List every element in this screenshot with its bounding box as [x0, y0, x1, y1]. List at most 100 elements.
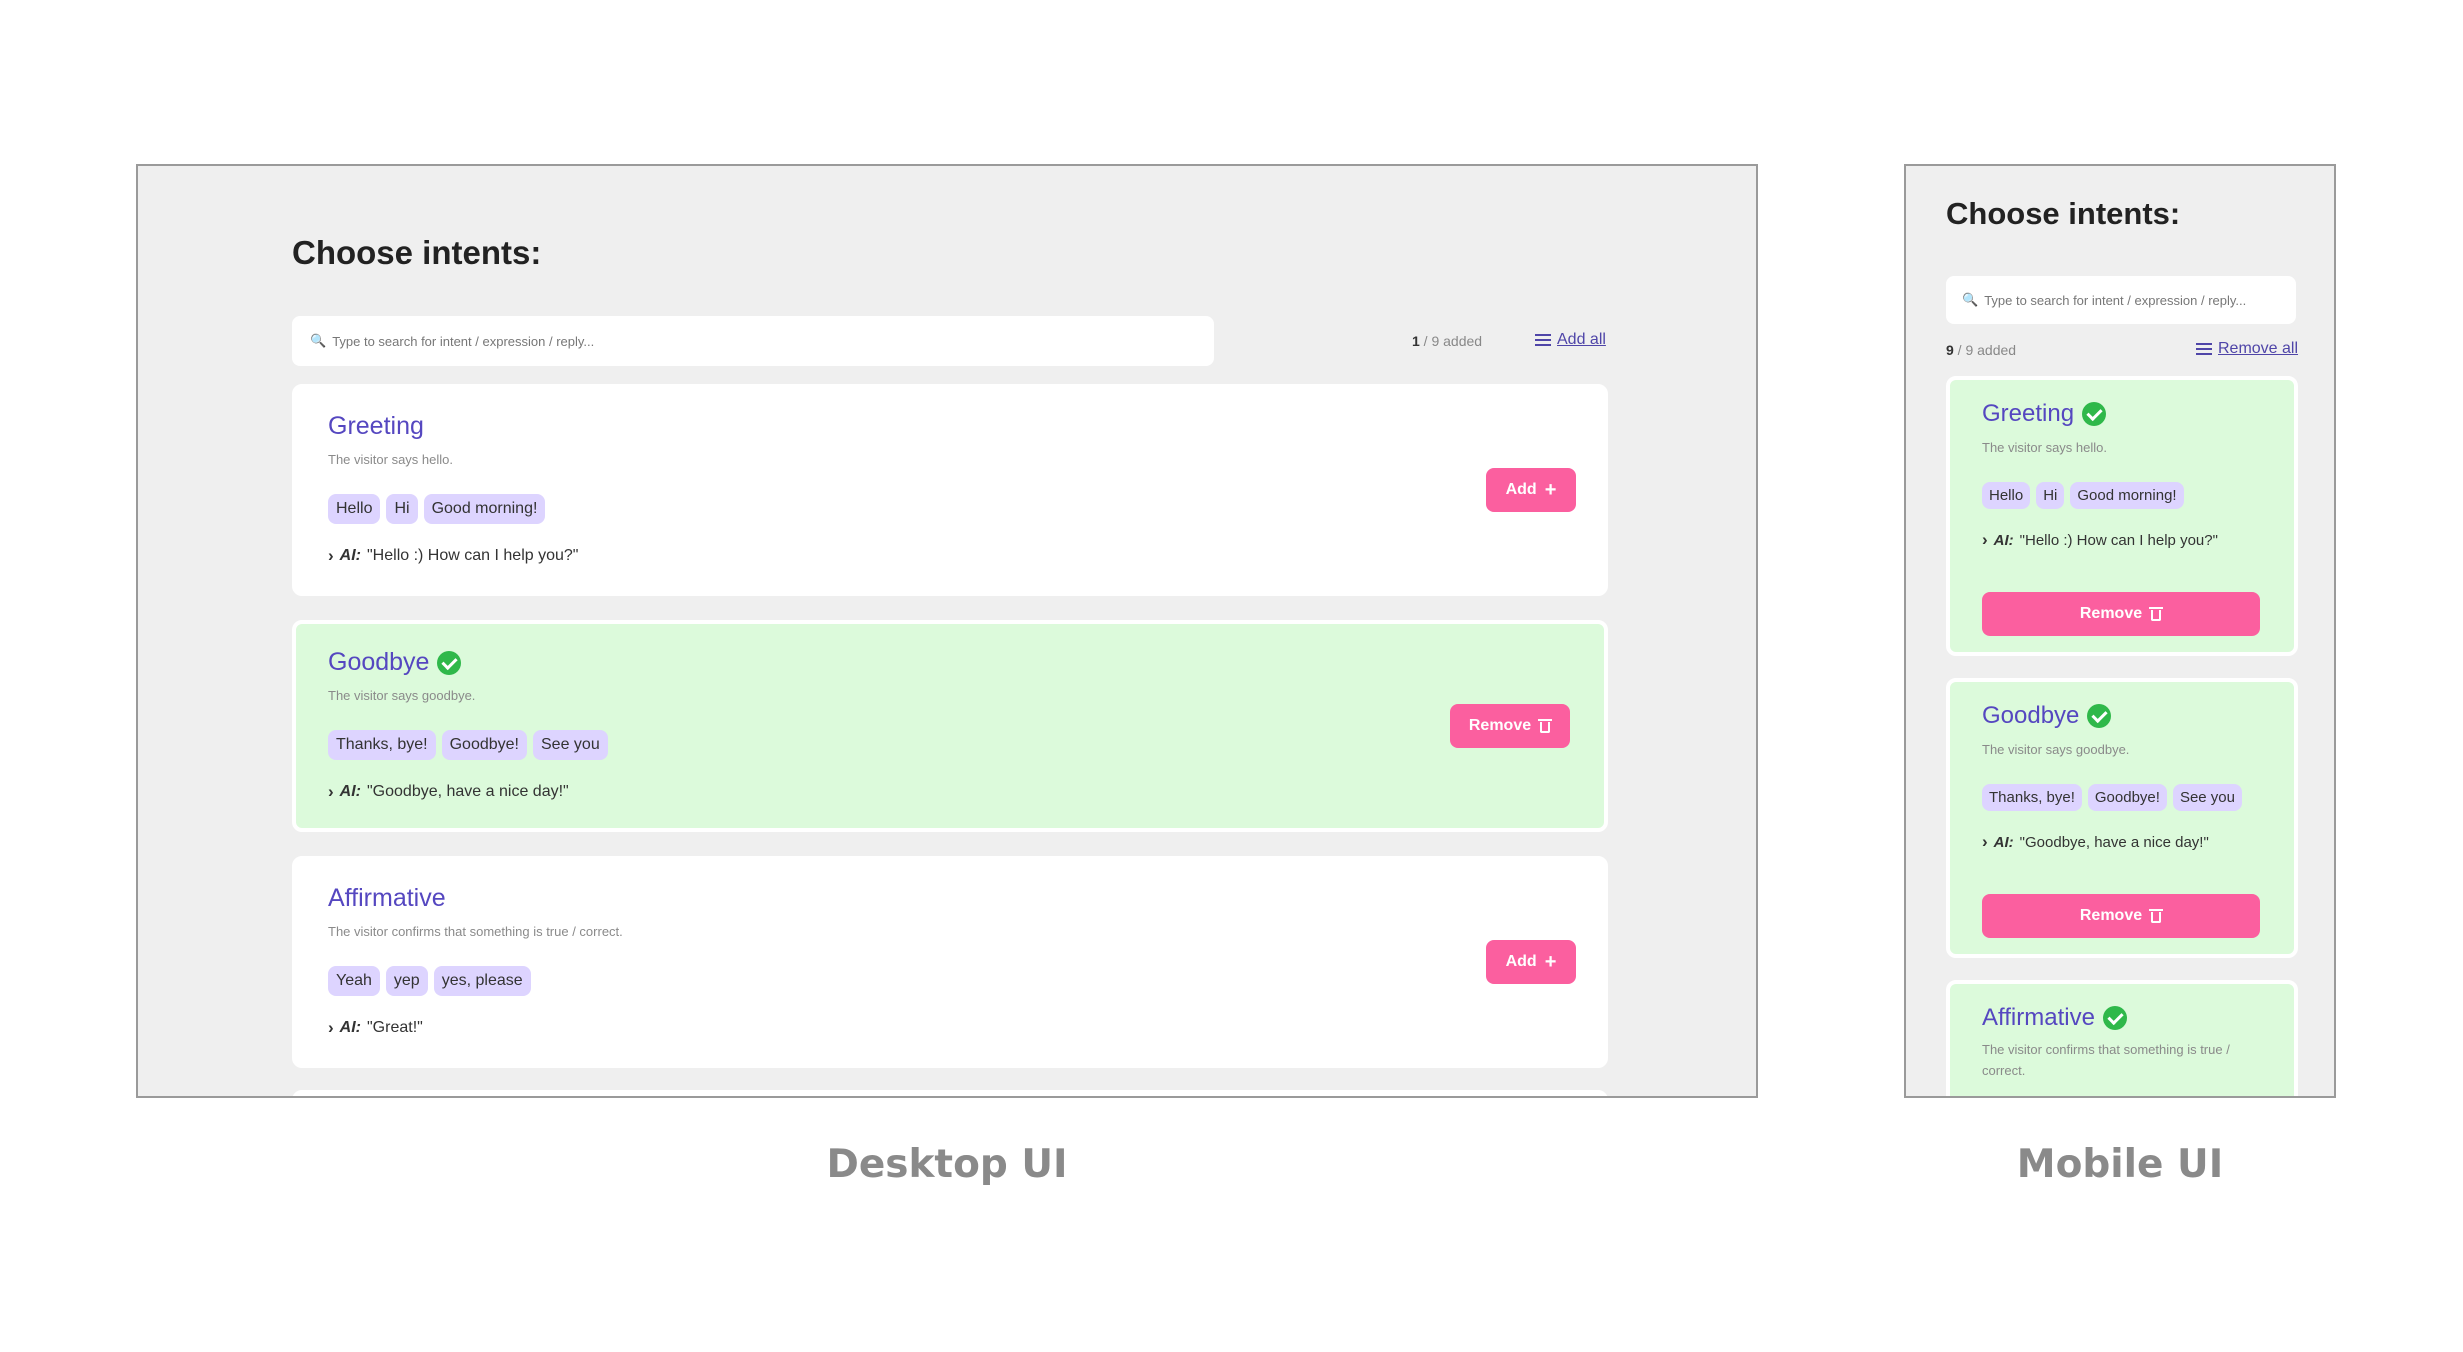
remove-button-label: Remove: [1468, 717, 1532, 734]
ai-reply: › AI: "Goodbye, have a nice day!": [328, 782, 569, 802]
expression-chip: Good morning!: [2070, 482, 2184, 509]
expression-chip: Thanks, bye!: [1982, 784, 2082, 811]
list-icon: [2196, 343, 2212, 355]
add-all-label: Add all: [1557, 331, 1606, 348]
desktop-ui-frame: Choose intents: 🔍 Type to search for int…: [136, 164, 1758, 1098]
ai-label: AI:: [1993, 833, 2014, 851]
added-count-total: / 9 added: [1953, 342, 2017, 358]
expression-chip: Goodbye!: [441, 730, 527, 760]
intent-description: The visitor says goodbye.: [328, 688, 476, 703]
chevron-right-icon: ›: [328, 546, 334, 565]
remove-button[interactable]: Remove: [1450, 704, 1570, 748]
ai-label: AI:: [339, 547, 361, 564]
expression-chip: Goodbye!: [2087, 784, 2167, 811]
chevron-right-icon: ›: [1982, 530, 1988, 549]
chevron-right-icon: ›: [328, 782, 334, 801]
chevron-right-icon: ›: [1982, 832, 1988, 851]
page-title: Choose intents:: [1946, 196, 2181, 231]
remove-all-label: Remove all: [2218, 340, 2299, 357]
intent-description: The visitor confirms that something is t…: [328, 924, 623, 939]
expression-chip: Hello: [1982, 482, 2031, 509]
added-count-total: / 9 added: [1419, 333, 1483, 349]
search-input[interactable]: 🔍 Type to search for intent / expression…: [292, 316, 1214, 366]
ai-reply-text: "Goodbye, have a nice day!": [2019, 833, 2209, 851]
ai-reply: › AI: "Hello :) How can I help you?": [1982, 530, 2218, 550]
remove-button[interactable]: Remove: [1982, 894, 2260, 938]
intent-name: Goodbye: [328, 648, 462, 677]
ai-reply-text: "Goodbye, have a nice day!": [367, 783, 569, 800]
search-input[interactable]: 🔍 Type to search for intent / expression…: [1946, 276, 2296, 324]
expression-chip: Thanks, bye!: [328, 730, 436, 760]
intent-name: Greeting: [1982, 400, 2107, 428]
expression-chip: See you: [2172, 784, 2242, 811]
intent-card-partial: [292, 1090, 1608, 1096]
desktop-caption: Desktop UI: [826, 1142, 1068, 1187]
intent-name-text: Greeting: [328, 412, 424, 440]
mobile-ui-frame: Choose intents: 🔍 Type to search for int…: [1904, 164, 2336, 1098]
expression-list: Thanks, bye! Goodbye! See you: [328, 730, 608, 760]
trash-icon: [2149, 606, 2164, 622]
remove-button-label: Remove: [2079, 605, 2143, 622]
expression-list: Thanks, bye! Goodbye! See you: [1982, 784, 2242, 811]
expression-chip: Hi: [386, 494, 418, 524]
search-placeholder: Type to search for intent / expression /…: [1984, 292, 2247, 308]
added-count: 9 / 9 added: [1946, 342, 2016, 358]
ai-reply-text: "Hello :) How can I help you?": [367, 547, 579, 564]
trash-icon: [1538, 718, 1553, 734]
add-all-link[interactable]: Add all: [1535, 331, 1606, 349]
expression-chip: Hello: [328, 494, 381, 524]
expression-chip: See you: [533, 730, 608, 760]
expression-list: Yeah yep yes, please: [328, 966, 531, 996]
add-button-label: Add: [1505, 953, 1537, 970]
intent-card-affirmative: Affirmative The visitor confirms that so…: [292, 856, 1608, 1068]
expression-list: Hello Hi Good morning!: [328, 494, 546, 524]
intent-name-text: Affirmative: [1982, 1004, 2095, 1031]
added-count-value: 9: [1946, 342, 1954, 358]
intent-name-text: Affirmative: [328, 884, 446, 912]
intent-card-greeting: Greeting The visitor says hello. Hello H…: [1946, 376, 2298, 656]
intent-name-text: Goodbye: [328, 648, 430, 676]
ai-label: AI:: [1993, 531, 2014, 549]
remove-button-label: Remove: [2079, 907, 2143, 924]
add-button[interactable]: Add +: [1486, 468, 1576, 512]
intent-card-goodbye: Goodbye The visitor says goodbye. Thanks…: [1946, 678, 2298, 958]
intent-name: Affirmative: [328, 884, 446, 913]
remove-button[interactable]: Remove: [1982, 592, 2260, 636]
intent-name: Greeting: [328, 412, 424, 441]
ai-label: AI:: [339, 783, 361, 800]
ai-reply-text: "Great!": [367, 1019, 423, 1036]
add-button-label: Add: [1505, 481, 1537, 498]
added-count: 1 / 9 added: [1412, 333, 1482, 349]
intent-name-text: Goodbye: [1982, 702, 2080, 729]
trash-icon: [2149, 908, 2164, 924]
intent-description: The visitor says hello.: [1982, 440, 2107, 455]
search-icon: 🔍: [310, 333, 327, 348]
expression-list: Hello Hi Good morning!: [1982, 482, 2184, 509]
search-placeholder: Type to search for intent / expression /…: [332, 333, 595, 349]
expression-chip: Hi: [2036, 482, 2065, 509]
expression-chip: yep: [385, 966, 428, 996]
intent-description: The visitor says hello.: [328, 452, 453, 467]
ai-label: AI:: [339, 1019, 361, 1036]
ai-reply: › AI: "Hello :) How can I help you?": [328, 546, 578, 566]
chevron-right-icon: ›: [328, 1018, 334, 1037]
list-icon: [1535, 334, 1551, 346]
plus-icon: +: [1544, 479, 1557, 501]
add-button[interactable]: Add +: [1486, 940, 1576, 984]
ai-reply-text: "Hello :) How can I help you?": [2019, 531, 2218, 549]
intent-card-goodbye: Goodbye The visitor says goodbye. Thanks…: [292, 620, 1608, 832]
expression-chip: Yeah: [328, 966, 380, 996]
intent-name: Goodbye: [1982, 702, 2112, 730]
search-icon: 🔍: [1962, 292, 1979, 307]
remove-all-link[interactable]: Remove all: [2196, 340, 2298, 358]
intent-description: The visitor confirms that something is t…: [1982, 1042, 2230, 1078]
intent-name: Affirmative: [1982, 1004, 2127, 1032]
intent-name-text: Greeting: [1982, 400, 2075, 427]
intent-description: The visitor says goodbye.: [1982, 742, 2130, 757]
intent-card-greeting: Greeting The visitor says hello. Hello H…: [292, 384, 1608, 596]
check-circle-icon: [2102, 1006, 2127, 1030]
mobile-caption: Mobile UI: [2016, 1142, 2224, 1187]
expression-chip: yes, please: [433, 966, 531, 996]
ai-reply: › AI: "Great!": [328, 1018, 423, 1038]
intent-card-affirmative: Affirmative The visitor confirms that so…: [1946, 980, 2298, 1096]
